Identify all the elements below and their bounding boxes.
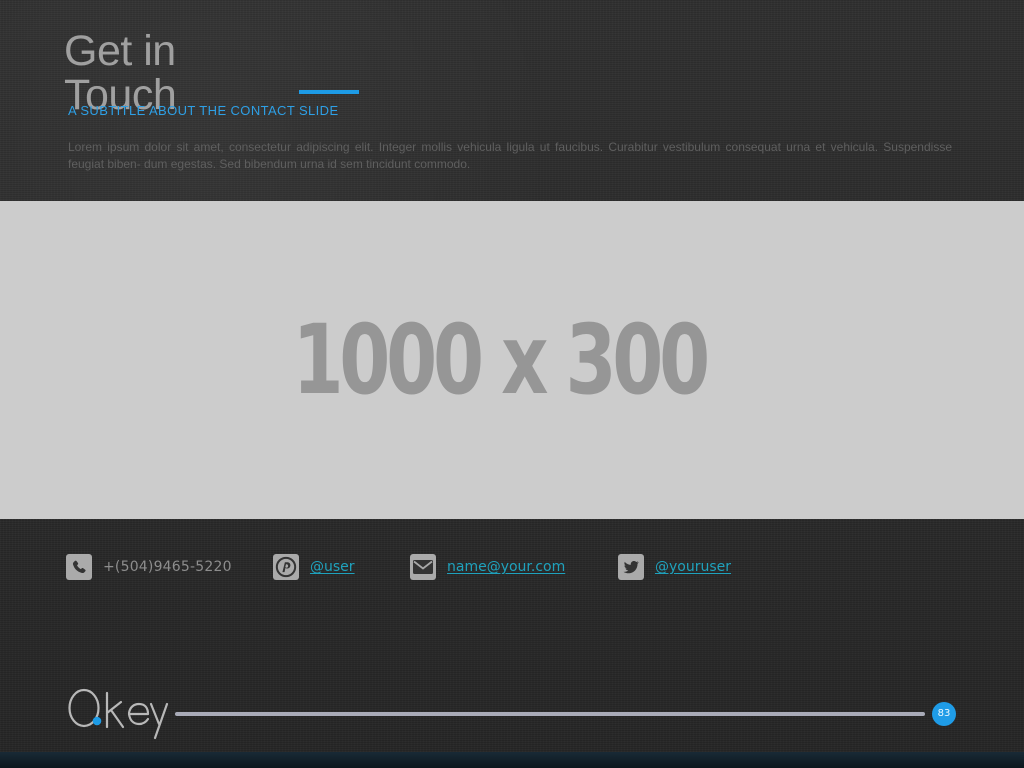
pinterest-link[interactable]: @user xyxy=(310,559,355,575)
footer-progress-line xyxy=(175,712,925,716)
contact-twitter: @youruser xyxy=(618,552,731,582)
contact-list: +(504)9465-5220 @user name@your.com @you… xyxy=(66,552,786,582)
image-placeholder-label: 1000 x 300 xyxy=(292,304,710,416)
image-placeholder: 1000 x 300 xyxy=(0,201,1024,519)
twitter-link[interactable]: @youruser xyxy=(655,559,731,575)
twitter-icon xyxy=(618,554,644,580)
email-icon xyxy=(410,554,436,580)
page-number-badge: 83 xyxy=(932,702,956,726)
contact-slide: Get in Touch A SUBTITLE ABOUT THE CONTAC… xyxy=(0,0,1024,768)
phone-icon xyxy=(66,554,92,580)
contact-phone: +(504)9465-5220 xyxy=(66,552,232,582)
okey-logo xyxy=(68,688,169,740)
phone-number: +(504)9465-5220 xyxy=(103,559,232,575)
email-link[interactable]: name@your.com xyxy=(447,559,565,575)
bottom-band xyxy=(0,752,1024,768)
title-accent-rule xyxy=(299,90,359,94)
slide-subtitle: A SUBTITLE ABOUT THE CONTACT SLIDE xyxy=(68,103,339,118)
slide-body-text: Lorem ipsum dolor sit amet, consectetur … xyxy=(68,140,952,171)
pinterest-icon xyxy=(273,554,299,580)
contact-pinterest: @user xyxy=(273,552,355,582)
contact-email: name@your.com xyxy=(410,552,565,582)
